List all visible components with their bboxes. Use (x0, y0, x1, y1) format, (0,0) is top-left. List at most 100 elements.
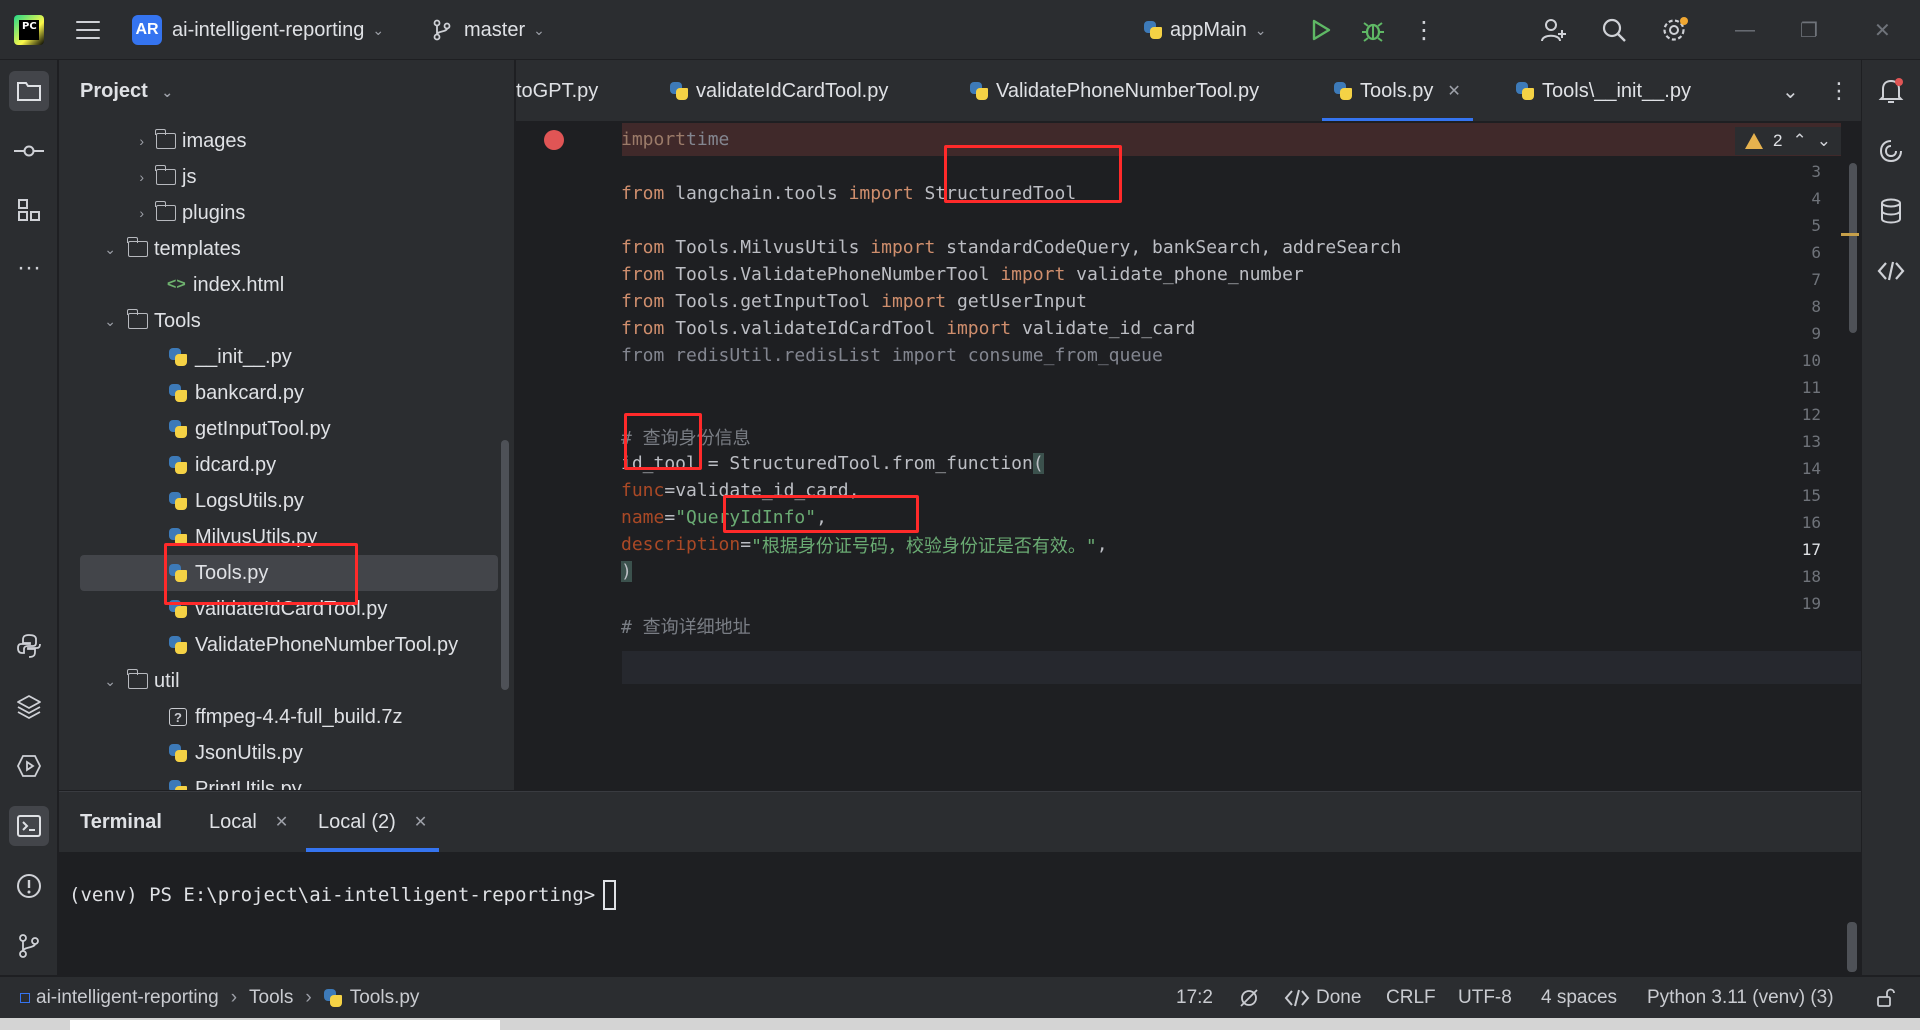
editor-scrollbar[interactable] (1849, 163, 1857, 333)
tree-item-bankcard-py[interactable]: bankcard.py (59, 375, 499, 411)
minimize-window-button[interactable]: — (1735, 0, 1755, 60)
tree-item-logsutils-py[interactable]: LogsUtils.py (59, 483, 499, 519)
tab-validatephonenumbertool-py[interactable]: ValidatePhoneNumberTool.py (970, 60, 1260, 121)
structure-tool-button[interactable] (9, 190, 49, 230)
line-number: 19 (1801, 594, 1821, 613)
tree-item-ffmpeg-archive[interactable]: ? ffmpeg-4.4-full_build.7z (59, 699, 499, 735)
notifications-button[interactable] (1871, 71, 1911, 111)
tab-more-button[interactable]: ⋮ (1828, 60, 1850, 121)
run-config-name: appMain (1170, 18, 1247, 41)
close-tab-icon[interactable]: ✕ (414, 812, 427, 832)
caret-position[interactable]: 17:2 (1176, 977, 1213, 1019)
ai-status[interactable]: Done (1284, 977, 1361, 1019)
search-everywhere-button[interactable] (1600, 0, 1628, 60)
problems-tool-button[interactable] (9, 866, 49, 906)
tree-item-index-html[interactable]: <> index.html (59, 267, 499, 303)
token-identifier: time (686, 129, 730, 150)
tab-tools-init-py[interactable]: Tools\__init__.py (1516, 60, 1691, 121)
token-keyword: import (621, 129, 687, 150)
tab-label: ValidatePhoneNumberTool.py (996, 79, 1260, 102)
terminal-scrollbar[interactable] (1847, 922, 1857, 972)
line-number: 10 (1801, 351, 1821, 370)
run-button[interactable] (1310, 0, 1332, 60)
chevron-right-icon: › (139, 205, 144, 221)
line-separator[interactable]: CRLF (1386, 977, 1436, 1019)
main-menu-button[interactable] (76, 0, 100, 60)
code-with-me-button[interactable] (1540, 0, 1568, 60)
git-branch-icon (433, 19, 451, 41)
close-window-button[interactable]: ✕ (1874, 0, 1891, 60)
breakpoint-icon[interactable] (544, 130, 564, 150)
more-actions-button[interactable]: ⋮ (1412, 0, 1436, 60)
close-tab-icon[interactable]: ✕ (1447, 81, 1460, 101)
tab-validateidcardtool-py[interactable]: validateIdCardTool.py (670, 60, 888, 121)
python-console-button[interactable] (9, 626, 49, 666)
line-number: 7 (1811, 270, 1821, 289)
project-switcher[interactable]: AR ai-intelligent-reporting ⌄ (132, 0, 384, 60)
terminal-tool-button[interactable] (9, 806, 49, 846)
terminal-prompt[interactable]: (venv) PS E:\project\ai-intelligent-repo… (69, 880, 617, 910)
python-packages-button[interactable] (9, 686, 49, 726)
tab-togpt-py[interactable]: toGPT.py (516, 60, 598, 121)
chevron-up-icon[interactable]: ⌃ (1793, 131, 1807, 151)
folder-icon (127, 237, 148, 257)
services-button[interactable] (9, 746, 49, 786)
terminal-tab-local[interactable]: Local ✕ (209, 792, 288, 852)
python-interpreter[interactable]: Python 3.11 (venv) (3) (1647, 977, 1834, 1019)
tree-item-js[interactable]: › js (59, 159, 499, 195)
tree-item-tools-package[interactable]: ⌄ Tools (59, 303, 499, 339)
code-editor[interactable]: 2 3 4 5 6 7 8 9 10 11 12 13 14 15 16 17 … (516, 123, 1861, 790)
git-tool-button[interactable] (9, 926, 49, 966)
scrollbar-warning-marker[interactable] (1841, 233, 1859, 236)
branch-switcher[interactable]: master ⌄ (432, 0, 545, 60)
project-tool-button[interactable] (9, 71, 49, 111)
token-param: name (621, 507, 665, 528)
tree-item-getinputtool-py[interactable]: getInputTool.py (59, 411, 499, 447)
breadcrumb-item-tools[interactable]: Tools (249, 987, 293, 1009)
commit-tool-button[interactable] (9, 131, 49, 171)
tree-item-jsonutils-py[interactable]: JsonUtils.py (59, 735, 499, 771)
file-lock-button[interactable] (1876, 977, 1896, 1019)
restore-window-button[interactable]: ❐ (1800, 0, 1818, 60)
endpoints-tool-button[interactable] (1871, 251, 1911, 291)
database-tool-button[interactable] (1871, 191, 1911, 231)
chevron-down-icon[interactable]: ⌄ (1817, 131, 1831, 151)
terminal-tab-local-2[interactable]: Local (2) ✕ (306, 792, 440, 852)
tree-item-plugins[interactable]: › plugins (59, 195, 499, 231)
highlighting-level-button[interactable] (1238, 977, 1260, 1019)
tab-tools-py[interactable]: Tools.py ✕ (1322, 60, 1473, 121)
chevron-down-icon: ⌄ (1254, 21, 1267, 38)
tree-item-validatephonenumbertool-py[interactable]: ValidatePhoneNumberTool.py (59, 627, 499, 663)
python-file-icon (1334, 82, 1352, 100)
ai-assistant-button[interactable] (1871, 131, 1911, 171)
folder-icon (127, 669, 148, 689)
bell-icon (1878, 78, 1904, 103)
inspection-widget[interactable]: 2 ⌃ ⌄ (1735, 127, 1841, 155)
close-tab-icon[interactable]: ✕ (275, 812, 288, 832)
tree-item-images[interactable]: › images (59, 123, 499, 159)
tree-item-printutils-py[interactable]: PrintUtils.py (59, 771, 499, 790)
indent-settings[interactable]: 4 spaces (1541, 977, 1617, 1019)
more-tools-button[interactable]: ··· (9, 248, 49, 288)
file-encoding[interactable]: UTF-8 (1458, 977, 1512, 1019)
chevron-right-icon: › (305, 987, 312, 1008)
terminal-cursor (603, 880, 617, 910)
breadcrumb-item-project[interactable]: ai-intelligent-reporting (36, 987, 219, 1009)
project-scrollbar[interactable] (501, 440, 509, 690)
project-panel-title[interactable]: Project ⌄ (80, 80, 173, 103)
tree-item-util[interactable]: ⌄ util (59, 663, 499, 699)
token-string: "根据身份证号码，校验身份证是否有效。" (751, 535, 1097, 557)
gear-icon (1663, 17, 1688, 41)
run-config-selector[interactable]: appMain ⌄ (1144, 0, 1266, 60)
tree-item-idcard-py[interactable]: idcard.py (59, 447, 499, 483)
tree-item-templates[interactable]: ⌄ templates (59, 231, 499, 267)
chevron-down-icon: ⌄ (533, 21, 545, 38)
tab-list-dropdown[interactable]: ⌄ (1782, 60, 1799, 121)
settings-button[interactable] (1660, 0, 1690, 60)
right-tool-strip (1861, 60, 1920, 975)
breadcrumb-item-file[interactable]: Tools.py (350, 987, 420, 1009)
tree-item-init-py[interactable]: __init__.py (59, 339, 499, 375)
close-icon: ✕ (1874, 19, 1891, 42)
editor-gutter[interactable] (516, 123, 622, 790)
debug-button[interactable] (1360, 0, 1386, 60)
